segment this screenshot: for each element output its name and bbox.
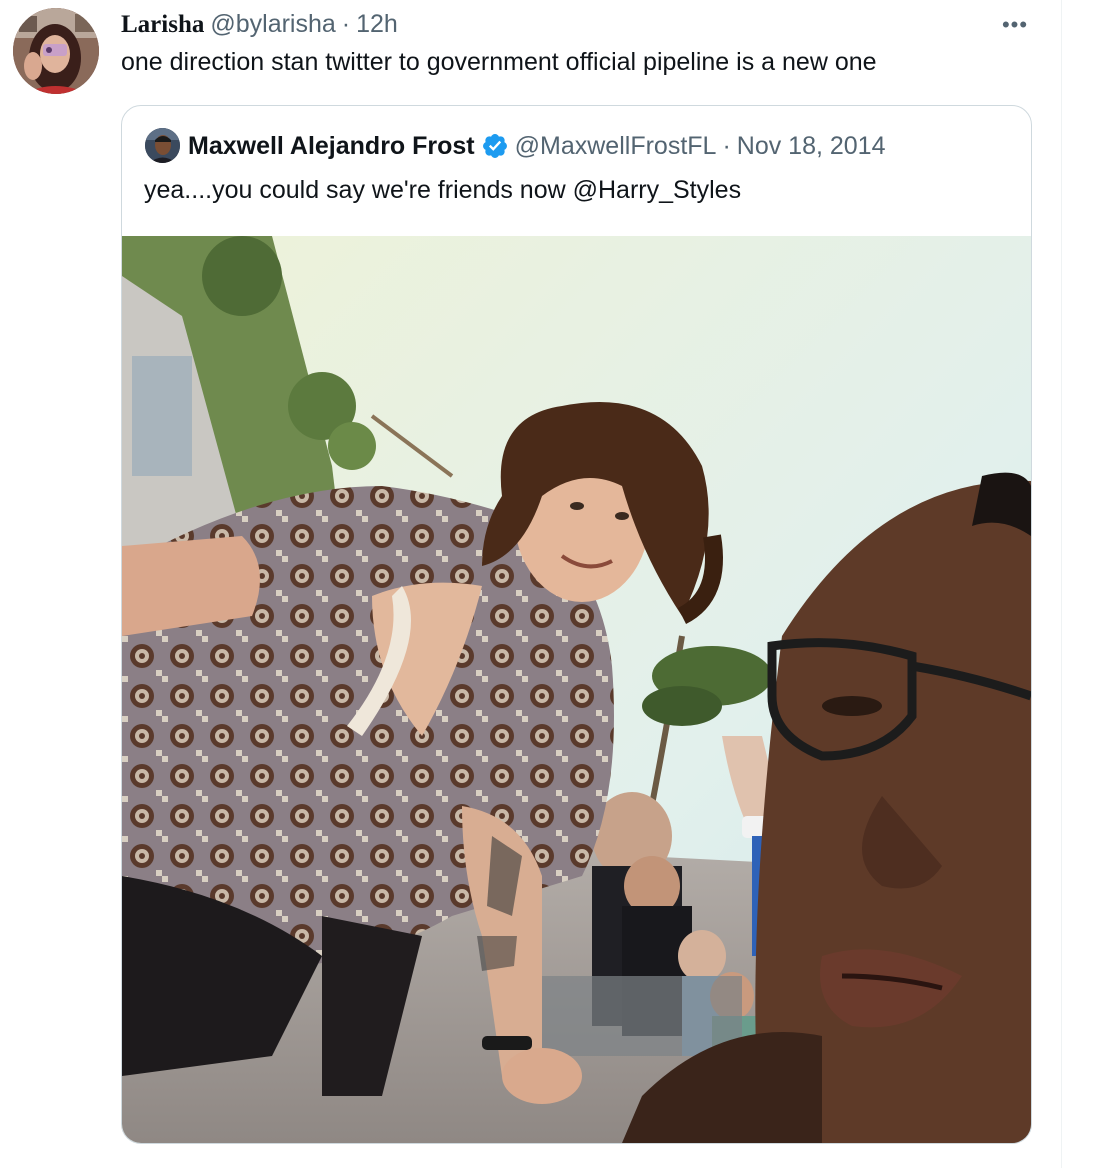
tweet-header: Larisha @bylarisha · 12h [121,10,398,40]
quoted-tweet[interactable]: Maxwell Alejandro Frost @MaxwellFrostFL … [121,105,1032,1144]
quoted-avatar[interactable] [145,128,180,163]
header-separator: · [341,10,351,38]
quoted-display-name[interactable]: Maxwell Alejandro Frost [188,132,475,161]
display-name[interactable]: Larisha [121,11,204,39]
avatar[interactable] [13,8,99,94]
quoted-tweet-date[interactable]: Nov 18, 2014 [737,132,886,161]
quoted-user-handle[interactable]: @MaxwellFrostFL [515,132,717,161]
tweet-text: one direction stan twitter to government… [121,48,877,76]
quoted-tweet-text: yea....you could say we're friends now @… [144,176,742,204]
tweet-timestamp[interactable]: 12h [356,10,398,39]
quoted-tweet-photo[interactable] [122,236,1031,1143]
quoted-avatar-image [145,128,180,163]
avatar-image [13,8,99,94]
selfie-photo [122,236,1031,1143]
quoted-tweet-header: Maxwell Alejandro Frost @MaxwellFrostFL … [188,130,885,162]
quoted-header-separator: · [722,131,731,160]
verified-badge-icon [482,134,507,158]
user-handle[interactable]: @bylarisha [210,10,335,39]
more-horizontal-icon[interactable]: ••• [996,10,1034,40]
tweet[interactable]: Larisha @bylarisha · 12h ••• one directi… [0,0,1060,1168]
column-divider [1061,0,1062,1168]
